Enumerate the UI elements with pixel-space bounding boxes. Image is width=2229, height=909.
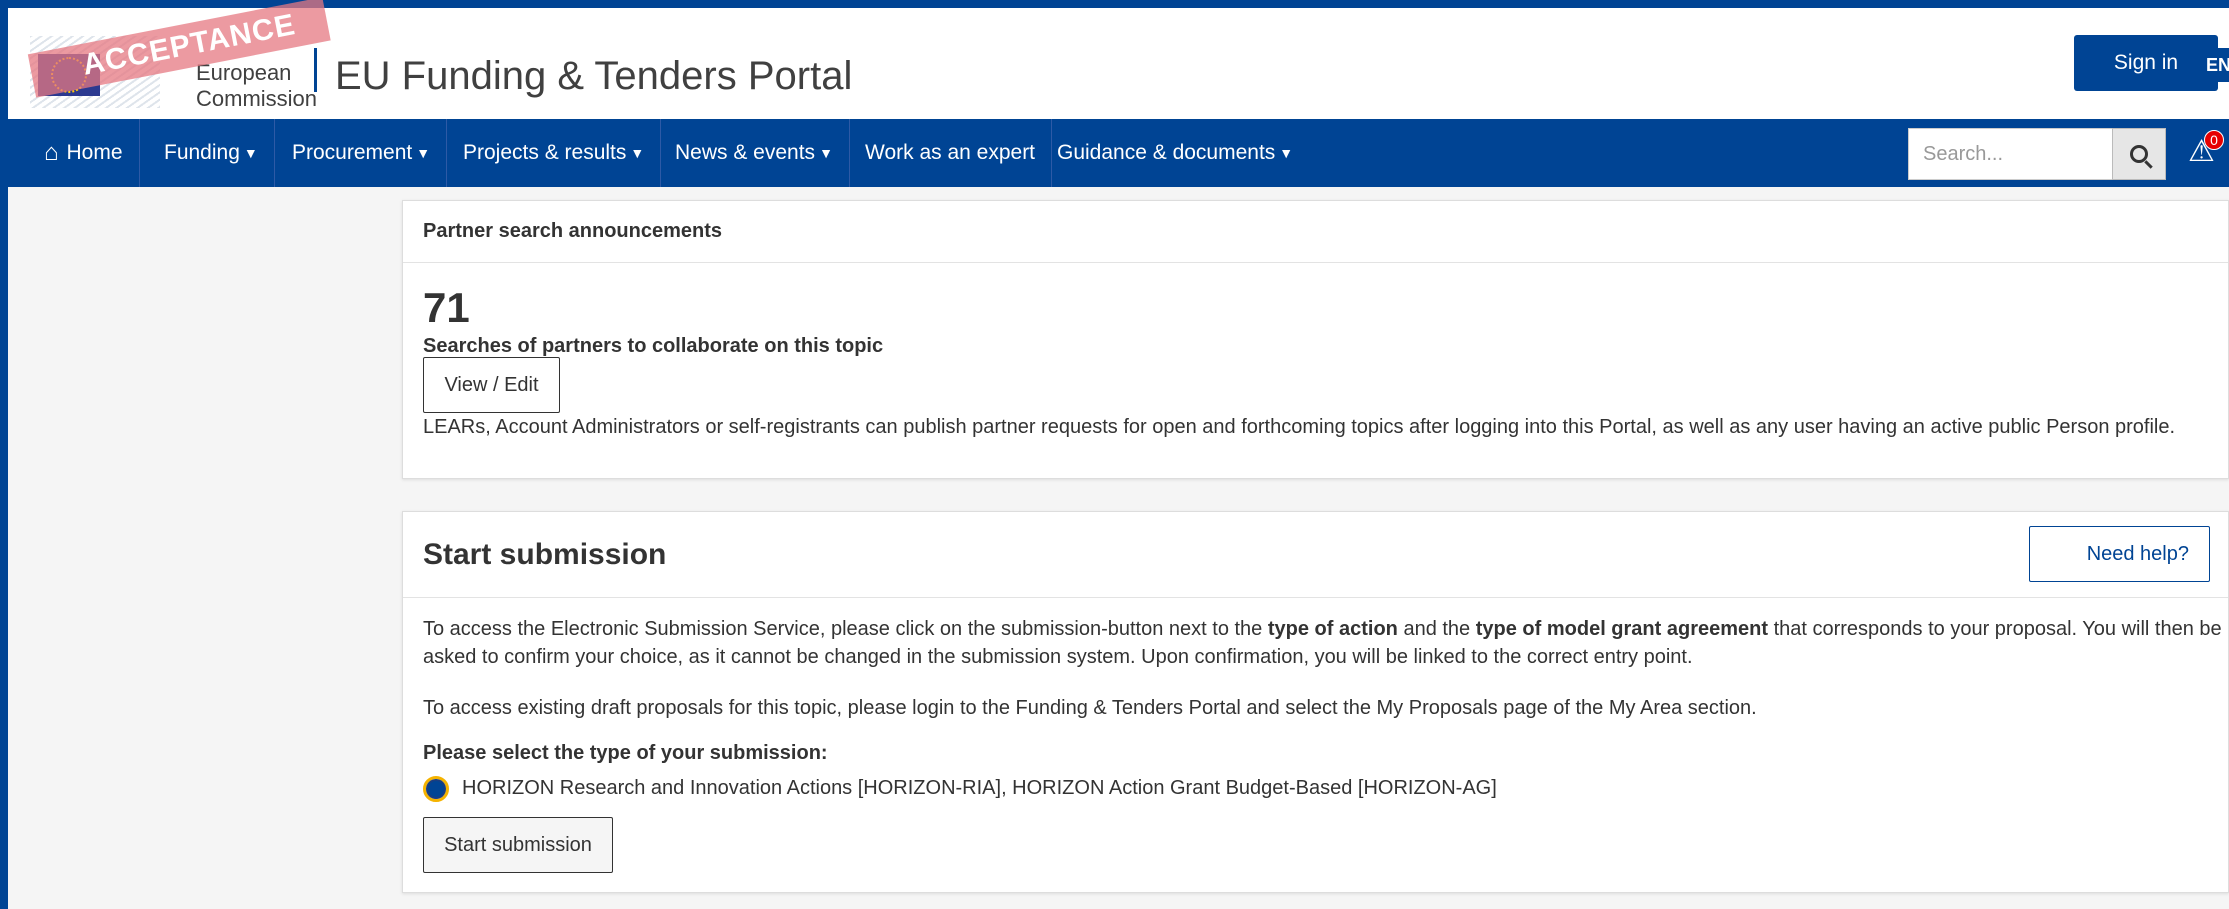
need-help-button[interactable]: Need help? <box>2029 526 2210 582</box>
panel-header: Start submission <box>403 512 2228 598</box>
panel-header: Partner search announcements <box>403 201 2228 263</box>
nav-item-label: Home <box>66 141 123 164</box>
home-icon: ⌂ <box>44 139 59 166</box>
nav-item-funding[interactable]: Funding ▼ <box>148 119 275 187</box>
caret-down-icon: ▼ <box>243 145 258 161</box>
submission-type-radio[interactable] <box>423 776 449 802</box>
caret-down-icon: ▼ <box>819 145 833 161</box>
nav-item-label: Work as an expert <box>865 141 1036 164</box>
left-border <box>0 0 8 909</box>
nav-item-label: Guidance & documents <box>1057 141 1276 164</box>
logo-text: European Commission <box>196 60 317 112</box>
partner-search-count-label: Searches of partners to collaborate on t… <box>423 335 884 357</box>
start-submission-button[interactable]: Start submission <box>423 817 613 873</box>
nav-item-projects-results[interactable]: Projects & results ▼ <box>447 119 662 187</box>
panel-title: Start submission <box>423 537 667 571</box>
search-icon <box>2130 145 2148 163</box>
submission-instructions: To access the Electronic Submission Serv… <box>423 615 2223 671</box>
instruction-text: and the <box>1397 618 1476 640</box>
partner-search-note: LEARs, Account Administrators or self-re… <box>423 416 2176 438</box>
caret-down-icon: ▼ <box>1279 145 1294 161</box>
partner-search-count: 71 <box>423 284 470 331</box>
caret-down-icon: ▼ <box>630 145 645 161</box>
start-submission-panel: Start submission Need help? To access th… <box>402 511 2229 893</box>
logo-line-commission: Commission <box>196 86 318 111</box>
instruction-emphasis: type of model grant agreement <box>1475 618 1769 640</box>
instruction-text: To access the Electronic Submission Serv… <box>423 618 1268 640</box>
submission-type-label: Please select the type of your submissio… <box>423 742 828 764</box>
caret-down-icon: ▼ <box>416 145 431 161</box>
nav-item-work-as-expert[interactable]: Work as an expert <box>849 119 1053 187</box>
logo-divider <box>314 48 317 92</box>
nav-item-guidance-documents[interactable]: Guidance & documents ▼ <box>1041 119 1309 187</box>
radio-selected-dot <box>428 781 444 797</box>
sign-in-button[interactable]: Sign in <box>2074 35 2218 91</box>
panel-title: Partner search announcements <box>423 220 722 242</box>
nav-item-label: Funding <box>164 141 240 164</box>
european-commission-logo[interactable]: European Commission ACCEPTANCE <box>27 0 331 112</box>
notifications-badge: 0 <box>2204 130 2224 150</box>
top-border <box>0 0 2229 8</box>
nav-item-news-events[interactable]: News & events ▼ <box>659 119 850 187</box>
portal-title[interactable]: EU Funding & Tenders Portal <box>335 54 852 99</box>
nav-item-label: News & events <box>675 141 816 164</box>
nav-item-procurement[interactable]: Procurement ▼ <box>276 119 448 187</box>
nav-item-home[interactable]: ⌂ Home <box>28 119 140 187</box>
search-button[interactable] <box>2112 128 2166 180</box>
nav-item-label: Procurement <box>292 141 413 164</box>
submission-type-option-label[interactable]: HORIZON Research and Innovation Actions … <box>462 777 1497 800</box>
language-selector[interactable]: EN <box>2200 48 2229 82</box>
site-header: European Commission ACCEPTANCE EU Fundin… <box>8 0 2229 119</box>
search-input[interactable]: Search... <box>1908 128 2113 180</box>
draft-proposals-note: To access existing draft proposals for t… <box>423 697 1757 719</box>
main-navigation: ⌂ Home Funding ▼ Procurement ▼ Projects … <box>8 119 2229 187</box>
nav-item-label: Projects & results <box>463 141 627 164</box>
logo-line-european: European <box>196 60 292 85</box>
view-edit-button[interactable]: View / Edit <box>423 357 560 413</box>
partner-search-panel: Partner search announcements 71 Searches… <box>402 200 2229 479</box>
instruction-emphasis: type of action <box>1267 618 1398 640</box>
